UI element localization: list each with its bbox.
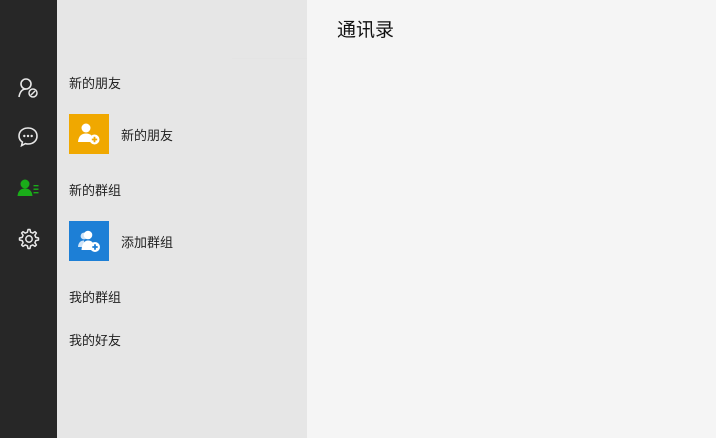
- list-item-new-friends[interactable]: 新的朋友: [69, 114, 307, 154]
- contacts-list-panel: 新的朋友 新的朋友 新的群组 添加群组 我的群组 我的好友: [57, 0, 307, 438]
- new-friends-header: 新的朋友: [69, 76, 122, 91]
- contacts-window: 新的朋友 新的朋友 新的群组 添加群组 我的群组 我的好友 通讯录: [0, 0, 716, 438]
- main-panel: 通讯录: [307, 0, 716, 438]
- add-friend-icon: [69, 114, 109, 154]
- gear-icon[interactable]: [14, 225, 42, 253]
- nav-rail: [0, 0, 57, 438]
- contacts-icon[interactable]: [14, 174, 42, 202]
- list-item-add-group[interactable]: 添加群组: [69, 221, 307, 261]
- new-groups-header: 新的群组: [69, 183, 122, 198]
- my-friends-item[interactable]: 我的好友: [69, 330, 121, 349]
- page-title: 通讯录: [337, 20, 395, 41]
- chat-bubble-icon[interactable]: [14, 123, 42, 151]
- person-search-icon[interactable]: [14, 74, 42, 102]
- my-groups-item[interactable]: 我的群组: [69, 287, 121, 306]
- add-group-icon: [69, 221, 109, 261]
- add-group-label: 添加群组: [121, 234, 174, 250]
- new-friends-label: 新的朋友: [121, 127, 174, 143]
